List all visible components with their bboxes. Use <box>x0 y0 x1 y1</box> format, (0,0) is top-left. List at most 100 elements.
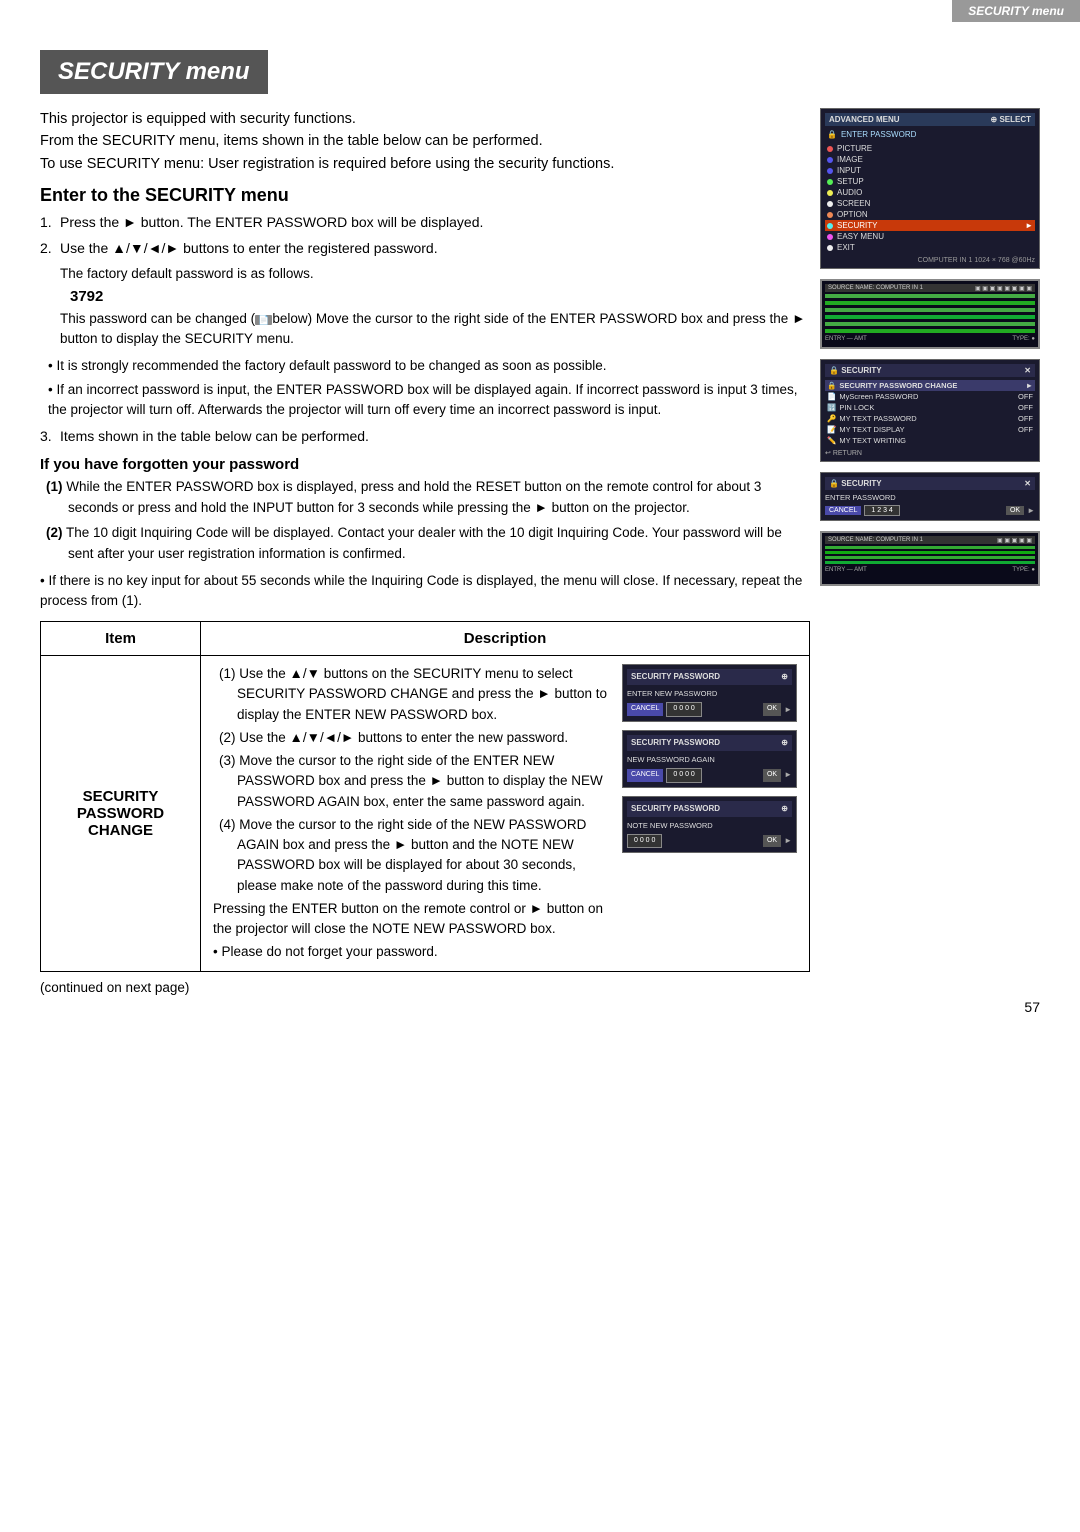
bullet-note-2: • If an incorrect password is input, the… <box>48 380 810 421</box>
scr-adv-footer: COMPUTER IN 1 1024 × 768 @60Hz <box>825 257 1035 264</box>
sec-label-3: MY TEXT PASSWORD <box>839 414 916 423</box>
scr-ep-sublabel: ENTER PASSWORD <box>825 493 1035 502</box>
dot-cyan <box>827 223 833 229</box>
scr-sec-pw-name: 🔒 SECURITY PASSWORD CHANGE <box>827 381 957 390</box>
step-1-text: Press the ► button. The ENTER PASSWORD b… <box>60 212 483 234</box>
sec-value-2: OFF <box>1018 403 1033 412</box>
adv-item-7: SECURITY► <box>825 220 1035 231</box>
scr-pixel-1: SOURCE NAME: COMPUTER IN 1 ▣ ▣ ▣ ▣ ▣ ▣ ▣… <box>820 279 1040 349</box>
sec-label-4: MY TEXT DISPLAY <box>839 425 904 434</box>
adv-item-3: SETUP <box>825 176 1035 187</box>
scr-pixel-top-1: SOURCE NAME: COMPUTER IN 1 ▣ ▣ ▣ ▣ ▣ ▣ ▣… <box>825 284 1035 292</box>
default-password: 3792 <box>70 288 810 305</box>
scr-sec-header: 🔒 SECURITY ✕ <box>825 364 1035 377</box>
scr-pa-sublabel: NEW PASSWORD AGAIN <box>627 754 792 765</box>
scr-sec-row-4: 📝 MY TEXT DISPLAY OFF <box>825 424 1035 435</box>
info-note: • If there is no key input for about 55 … <box>40 571 810 612</box>
continued-note: (continued on next page) <box>40 980 810 995</box>
scr-pixel-footer-1: ENTRY — AMT TYPE: ● <box>825 336 1035 342</box>
scr-pa-title: SECURITY PASSWORD ⊕ <box>627 735 792 751</box>
sec-value-4: OFF <box>1018 425 1033 434</box>
forgot-step-1-text: While the ENTER PASSWORD box is displaye… <box>66 479 761 515</box>
pg-row <box>825 294 1035 298</box>
adv-item-9: EXIT <box>825 242 1035 253</box>
step3-list: 3. Items shown in the table below can be… <box>40 426 810 448</box>
pg-row <box>825 329 1035 333</box>
forgot-step-2-text: The 10 digit Inquiring Code will be disp… <box>66 525 782 561</box>
adv-item-2: INPUT <box>825 165 1035 176</box>
pg-row <box>825 322 1035 326</box>
sec-label-2: PIN LOCK <box>839 403 874 412</box>
left-content: This projector is equipped with security… <box>40 108 810 995</box>
intro-p3: To use SECURITY menu: User registration … <box>40 156 614 172</box>
adv-item-label-5: SCREEN <box>837 199 870 208</box>
intro-p2: From the SECURITY menu, items shown in t… <box>40 133 543 149</box>
scr-ep-arrow: ► <box>1027 506 1035 515</box>
scr-adv-header: ADVANCED MENU ⊕ SELECT <box>825 113 1035 126</box>
steps-list: 1. Press the ► button. The ENTER PASSWOR… <box>40 212 810 259</box>
step-2-num: 2. <box>40 238 56 260</box>
intro-p1: This projector is equipped with security… <box>40 111 356 127</box>
scr-pa-ok: OK <box>763 769 781 782</box>
desc-p1: (1) Use the ▲/▼ buttons on the SECURITY … <box>213 664 612 725</box>
sec-pw-icon: 🔒 <box>827 381 836 390</box>
scr-pixel-source-2: SOURCE NAME: COMPUTER IN 1 <box>828 537 923 543</box>
scr-password-again: SECURITY PASSWORD ⊕ NEW PASSWORD AGAIN C… <box>622 730 797 788</box>
desc-cell: (1) Use the ▲/▼ buttons on the SECURITY … <box>201 656 810 972</box>
scr-enp-arrow: ► <box>784 704 792 716</box>
section1-heading: Enter to the SECURITY menu <box>40 185 810 206</box>
scr-pa-arrow: ► <box>784 769 792 781</box>
step-3-text: Items shown in the table below can be pe… <box>60 426 369 448</box>
pg-row <box>825 301 1035 305</box>
scr-pixel-source-1: SOURCE NAME: COMPUTER IN 1 <box>828 285 923 291</box>
scr-ep-digits: 1 2 3 4 <box>864 505 899 516</box>
scr-sec-title: 🔒 SECURITY <box>829 366 882 375</box>
scr-ep-close: ✕ <box>1024 479 1031 488</box>
scr-sec-name-3: 🔑 MY TEXT PASSWORD <box>827 414 917 423</box>
step-2-text: Use the ▲/▼/◄/► buttons to enter the reg… <box>60 238 438 260</box>
scr-sec-row-2: 🔢 PIN LOCK OFF <box>825 402 1035 413</box>
scr-enter-new-password: SECURITY PASSWORD ⊕ ENTER NEW PASSWORD C… <box>622 664 797 722</box>
dot-pink <box>827 234 833 240</box>
dot-blue-2 <box>827 168 833 174</box>
scr-security-menu: 🔒 SECURITY ✕ 🔒 SECURITY PASSWORD CHANGE … <box>820 359 1040 462</box>
adv-item-6: OPTION <box>825 209 1035 220</box>
sec-icon-4: 📝 <box>827 425 836 434</box>
adv-item-0: PICTURE <box>825 143 1035 154</box>
pg-row <box>825 315 1035 319</box>
scr-password-note: SECURITY PASSWORD ⊕ NOTE NEW PASSWORD 0 … <box>622 796 797 854</box>
desc-p5: Pressing the ENTER button on the remote … <box>213 899 612 940</box>
pg2-row <box>825 546 1035 549</box>
desc-p3: (3) Move the cursor to the right side of… <box>213 751 612 812</box>
intro-text: This projector is equipped with security… <box>40 108 810 175</box>
scr-pa-title-text: SECURITY PASSWORD <box>631 737 720 749</box>
right-screenshots: ADVANCED MENU ⊕ SELECT 🔒 ENTER PASSWORD … <box>820 108 1040 586</box>
scr-adv-enter-pw: 🔒 ENTER PASSWORD <box>825 129 1035 140</box>
enter-pw-lbl: ENTER PASSWORD <box>841 130 916 139</box>
scr-sec-name-2: 🔢 PIN LOCK <box>827 403 874 412</box>
adv-item-label-4: AUDIO <box>837 188 862 197</box>
scr-ep-title-text: 🔒 SECURITY <box>829 479 882 488</box>
pixel-grid-1 <box>825 294 1035 334</box>
scr-pn-title-text: SECURITY PASSWORD <box>631 803 720 815</box>
adv-item-label-6: OPTION <box>837 210 868 219</box>
step-3-num: 3. <box>40 426 56 448</box>
adv-item-label-2: INPUT <box>837 166 861 175</box>
scr-adv-select: ⊕ SELECT <box>991 115 1032 124</box>
bullet-note-1: • It is strongly recommended the factory… <box>48 356 810 376</box>
scr-pn-digits: 0 0 0 0 <box>627 834 662 849</box>
scr-enp-sublabel: ENTER NEW PASSWORD <box>627 688 792 699</box>
scr-pn-title: SECURITY PASSWORD ⊕ <box>627 801 792 817</box>
scr-enter-password: 🔒 SECURITY ✕ ENTER PASSWORD CANCEL 1 2 3… <box>820 472 1040 521</box>
col-description: Description <box>201 622 810 656</box>
factory-default-note: The factory default password is as follo… <box>60 264 810 284</box>
sec-icon-3: 🔑 <box>827 414 836 423</box>
scr-sec-pw-change: 🔒 SECURITY PASSWORD CHANGE ► <box>825 380 1035 391</box>
scr-sec-row-5: ✏️ MY TEXT WRITING <box>825 435 1035 446</box>
section2-heading: If you have forgotten your password <box>40 456 810 473</box>
table-row: SECURITYPASSWORDCHANGE (1) Use the ▲/▼ b… <box>41 656 810 972</box>
scr-pixel-icons-2: ▣ ▣ ▣ ▣ ▣ <box>997 537 1032 544</box>
sec-pw-arrow: ► <box>1026 381 1033 390</box>
pixel-grid-2 <box>825 546 1035 565</box>
sec-icon-5: ✏️ <box>827 436 836 445</box>
